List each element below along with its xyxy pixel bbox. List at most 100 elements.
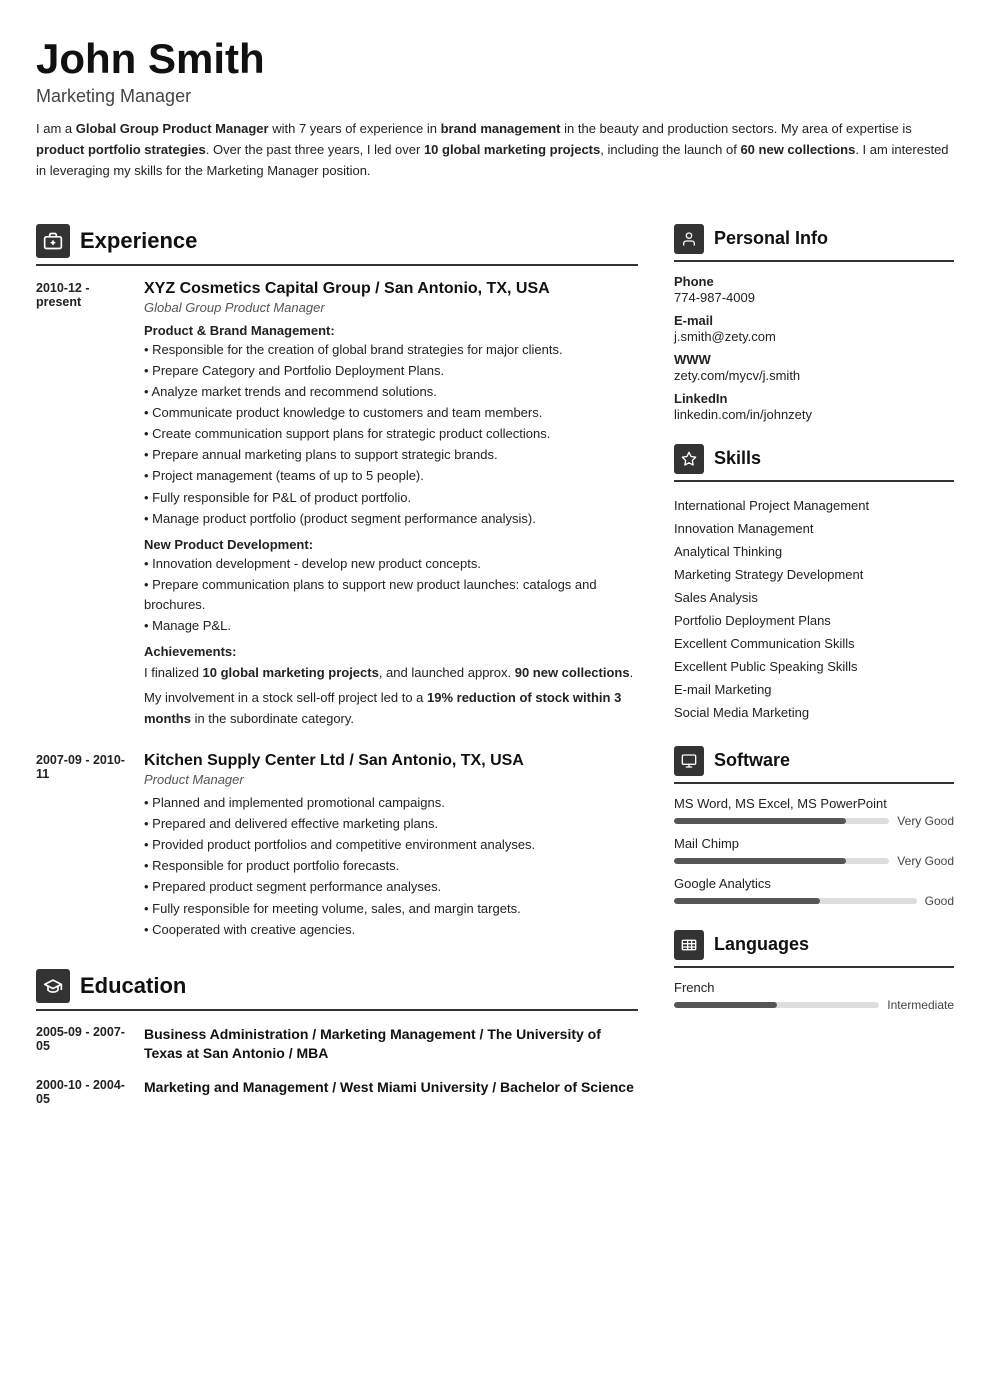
skill-item: Portfolio Deployment Plans <box>674 609 954 632</box>
phone-value: 774-987-4009 <box>674 290 954 305</box>
language-bar-wrap: Intermediate <box>674 998 954 1012</box>
exp-bullet: Communicate product knowledge to custome… <box>144 403 638 423</box>
exp-company: Kitchen Supply Center Ltd / San Antonio,… <box>144 752 638 770</box>
exp-bullet: Analyze market trends and recommend solu… <box>144 382 638 402</box>
language-bar-track <box>674 1002 879 1008</box>
languages-header: Languages <box>674 930 954 968</box>
languages-title: Languages <box>714 934 809 955</box>
exp-bullet: Manage P&L. <box>144 616 638 636</box>
exp-bullet: Prepared product segment performance ana… <box>144 877 638 897</box>
skill-item: International Project Management <box>674 494 954 517</box>
www-label: WWW <box>674 352 954 367</box>
experience-title: Experience <box>80 228 197 254</box>
software-bar-track <box>674 858 889 864</box>
linkedin-value: linkedin.com/in/johnzety <box>674 407 954 422</box>
software-name: Mail Chimp <box>674 836 954 851</box>
software-icon <box>674 746 704 776</box>
skill-item: Excellent Public Speaking Skills <box>674 655 954 678</box>
exp-bullet: Create communication support plans for s… <box>144 424 638 444</box>
software-item: MS Word, MS Excel, MS PowerPointVery Goo… <box>674 796 954 828</box>
language-item: French Intermediate <box>674 980 954 1012</box>
header-section: John Smith Marketing Manager I am a Glob… <box>36 36 954 182</box>
education-section-header: Education <box>36 969 638 1011</box>
languages-icon <box>674 930 704 960</box>
skills-icon <box>674 444 704 474</box>
job-title: Marketing Manager <box>36 86 954 107</box>
education-entry: 2005-09 - 2007-05 Business Administration… <box>36 1025 638 1064</box>
language-name: French <box>674 980 954 995</box>
software-item: Mail Chimp Very Good <box>674 836 954 868</box>
languages-list: French Intermediate <box>674 980 954 1012</box>
exp-bullet: Innovation development - develop new pro… <box>144 554 638 574</box>
skill-item: Innovation Management <box>674 517 954 540</box>
left-column: Experience 2010-12 - presentXYZ Cosmetic… <box>36 224 638 1134</box>
right-column: Personal Info Phone 774-987-4009 E-mail … <box>674 224 954 1134</box>
software-bar-fill <box>674 818 846 824</box>
experience-entry: 2007-09 - 2010-11 Kitchen Supply Center L… <box>36 752 638 941</box>
exp-achievement: I finalized 10 global marketing projects… <box>144 663 638 684</box>
experience-section-header: Experience <box>36 224 638 266</box>
skill-item: Sales Analysis <box>674 586 954 609</box>
software-level-label: Good <box>925 894 954 908</box>
exp-bullet: Manage product portfolio (product segmen… <box>144 509 638 529</box>
software-list: MS Word, MS Excel, MS PowerPoint Very Goo… <box>674 796 954 908</box>
exp-bullet: Provided product portfolios and competit… <box>144 835 638 855</box>
software-bar-fill <box>674 858 846 864</box>
skill-item: Marketing Strategy Development <box>674 563 954 586</box>
exp-role: Global Group Product Manager <box>144 300 638 315</box>
skills-list: International Project ManagementInnovati… <box>674 494 954 724</box>
experience-icon <box>36 224 70 258</box>
phone-label: Phone <box>674 274 954 289</box>
exp-achievement: My involvement in a stock sell-off proje… <box>144 688 638 730</box>
email-value: j.smith@zety.com <box>674 329 954 344</box>
exp-bullet: Fully responsible for P&L of product por… <box>144 488 638 508</box>
exp-dates: 2010-12 - present <box>36 280 126 730</box>
personal-info-section: Personal Info Phone 774-987-4009 E-mail … <box>674 224 954 422</box>
exp-bullet: Prepare communication plans to support n… <box>144 575 638 615</box>
language-bar-fill <box>674 1002 777 1008</box>
exp-subsection-title: Achievements: <box>144 644 638 659</box>
education-entries: 2005-09 - 2007-05 Business Administration… <box>36 1025 638 1106</box>
exp-bullet: Prepared and delivered effective marketi… <box>144 814 638 834</box>
software-bar-wrap: Very Good <box>674 854 954 868</box>
skill-item: Social Media Marketing <box>674 701 954 724</box>
edu-dates: 2005-09 - 2007-05 <box>36 1025 126 1064</box>
skill-item: Excellent Communication Skills <box>674 632 954 655</box>
exp-content: XYZ Cosmetics Capital Group / San Antoni… <box>144 280 638 730</box>
personal-info-title: Personal Info <box>714 228 828 249</box>
skills-section: Skills International Project ManagementI… <box>674 444 954 724</box>
exp-bullet: Responsible for product portfolio foreca… <box>144 856 638 876</box>
exp-bullet: Responsible for the creation of global b… <box>144 340 638 360</box>
experience-entries: 2010-12 - presentXYZ Cosmetics Capital G… <box>36 280 638 941</box>
edu-content: Marketing and Management / West Miami Un… <box>144 1078 638 1106</box>
edu-degree: Business Administration / Marketing Mana… <box>144 1025 638 1064</box>
exp-dates: 2007-09 - 2010-11 <box>36 752 126 941</box>
exp-bullet: Cooperated with creative agencies. <box>144 920 638 940</box>
edu-content: Business Administration / Marketing Mana… <box>144 1025 638 1064</box>
software-name: Google Analytics <box>674 876 954 891</box>
software-item: Google Analytics Good <box>674 876 954 908</box>
exp-subsection-title: New Product Development: <box>144 537 638 552</box>
exp-bullet: Fully responsible for meeting volume, sa… <box>144 899 638 919</box>
resume-wrapper: John Smith Marketing Manager I am a Glob… <box>0 0 990 1400</box>
exp-content: Kitchen Supply Center Ltd / San Antonio,… <box>144 752 638 941</box>
www-value: zety.com/mycv/j.smith <box>674 368 954 383</box>
software-bar-track <box>674 818 889 824</box>
exp-bullet: Project management (teams of up to 5 peo… <box>144 466 638 486</box>
software-bar-track <box>674 898 917 904</box>
exp-bullet: Prepare Category and Portfolio Deploymen… <box>144 361 638 381</box>
exp-role: Product Manager <box>144 772 638 787</box>
software-name: MS Word, MS Excel, MS PowerPoint <box>674 796 954 811</box>
software-bar-wrap: Good <box>674 894 954 908</box>
software-bar-fill <box>674 898 820 904</box>
personal-info-icon <box>674 224 704 254</box>
education-title: Education <box>80 973 186 999</box>
exp-subsection-title: Product & Brand Management: <box>144 323 638 338</box>
candidate-name: John Smith <box>36 36 954 82</box>
software-header: Software <box>674 746 954 784</box>
experience-entry: 2010-12 - presentXYZ Cosmetics Capital G… <box>36 280 638 730</box>
linkedin-label: LinkedIn <box>674 391 954 406</box>
software-section: Software MS Word, MS Excel, MS PowerPoin… <box>674 746 954 908</box>
skill-item: Analytical Thinking <box>674 540 954 563</box>
experience-section: Experience 2010-12 - presentXYZ Cosmetic… <box>36 224 638 941</box>
